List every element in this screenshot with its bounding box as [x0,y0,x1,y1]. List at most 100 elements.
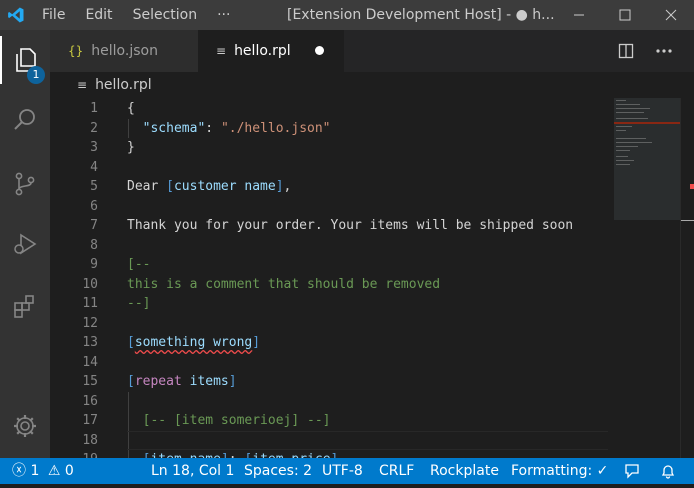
code-token: customer name [173,179,276,194]
code-token: something wrong [134,335,253,350]
code-line[interactable]: 14 [50,353,610,373]
search-button[interactable] [0,96,50,144]
code-token: [ [127,374,135,389]
code-line[interactable]: 7 Thank you for your order. Your items wi… [50,216,610,236]
close-window-button[interactable] [648,0,694,30]
encoding[interactable]: UTF-8 [322,458,363,484]
code-line[interactable]: 3} [50,138,610,158]
line-number: 6 [90,198,98,214]
line-number: 13 [82,335,98,350]
unsaved-dot-icon[interactable] [315,46,324,55]
warning-icon: ⚠ [47,463,61,479]
line-number: 12 [82,315,98,331]
line-text: [-- [127,255,150,275]
warning-count: 0 [64,463,74,479]
code-line[interactable]: 8 [50,236,610,256]
line-number: 4 [90,159,98,175]
feedback-button[interactable] [624,458,640,484]
line-text: this is a comment that should be removed [127,275,440,295]
end-of-line[interactable]: CRLF [379,458,414,484]
code-line[interactable]: 1{ [50,99,610,119]
menu-selection[interactable]: Selection [123,0,208,30]
menu-more[interactable]: ··· [207,0,240,30]
code-line[interactable]: 6 [50,197,610,217]
line-number: 16 [82,393,98,409]
code-line[interactable]: 13 [something wrong] [50,333,610,353]
code-line[interactable]: 5 Dear [customer name], [50,177,610,197]
tab-hello-rpl[interactable]: ≡ hello.rpl [198,30,344,72]
code-line[interactable]: 9 [-- [50,255,610,275]
problems-indicator[interactable]: ⓧ 1 ⚠ 0 [12,458,74,484]
notifications-button[interactable] [660,458,676,484]
line-number: 2 [90,120,98,136]
minimize-icon [574,14,584,16]
code-editor[interactable]: 1{2 "schema": "./hello.json" 3} 4 5 Dear [cu… [50,98,694,458]
code-token: , [283,179,292,194]
line-text: --] [127,294,150,314]
code-token: [ [127,335,135,350]
code-token: [-- [item somerioej] --] [142,413,331,428]
maximize-button[interactable] [602,0,648,30]
maximize-icon [619,9,631,21]
more-actions-button[interactable] [646,30,682,72]
code-line[interactable]: 16 [50,392,610,412]
code-line[interactable]: 4 [50,158,610,178]
code-token: [-- [127,257,151,272]
run-debug-icon [14,233,37,255]
line-text: [-- [item somerioej] --] [127,411,331,431]
code-line[interactable]: 18 [50,431,610,451]
code-token: this is a comment that should be removed [127,276,441,292]
code-token: "schema" [142,120,206,136]
breadcrumb-file[interactable]: hello.rpl [95,77,152,93]
line-text: [repeat items] [127,372,237,392]
split-editor-button[interactable] [608,30,644,72]
feedback-icon [625,464,639,479]
code-line[interactable]: 17 [-- [item somerioej] --] [50,411,610,431]
line-text: Dear [customer name], [127,177,291,197]
code-token: } [127,140,135,155]
line-number: 8 [90,237,98,253]
formatting-status[interactable]: Formatting: ✓ [511,458,608,484]
code-token: --] [127,296,151,311]
status-bar: ⓧ 1 ⚠ 0 Ln 18, Col 1 Spaces: 2 UTF-8 CRL… [0,458,694,484]
code-token: ] [252,335,261,350]
code-line[interactable]: 11 --] [50,294,610,314]
code-token: items [189,374,229,389]
code-line[interactable]: 19 [item name]: [item price] [50,450,610,458]
language-mode[interactable]: Rockplate [430,458,499,484]
code-line[interactable]: 2 "schema": "./hello.json" [50,119,610,139]
indentation[interactable]: Spaces: 2 [244,458,312,484]
tab-hello-json[interactable]: {} hello.json [50,30,198,72]
code-token: ] [275,179,284,194]
line-text: [item name]: [item price] [127,450,339,458]
line-number: 5 [90,179,98,194]
explorer-badge: 1 [27,66,45,84]
line-text: "schema": "./hello.json" [127,119,331,139]
code-line[interactable]: 10 this is a comment that should be remov… [50,275,610,295]
source-control-button[interactable] [0,160,50,208]
minimap[interactable] [614,98,680,458]
minimize-button[interactable] [556,0,602,30]
line-number: 19 [50,450,98,458]
settings-button[interactable] [0,402,50,450]
line-number: 9 [90,257,98,272]
gear-icon [14,415,36,437]
code-line[interactable]: 12 [50,314,610,334]
run-debug-button[interactable] [0,220,50,268]
code-token: repeat [134,374,182,389]
menu-edit[interactable]: Edit [75,0,122,30]
line-number: 7 [90,218,98,233]
code-token: Thank you for your order. Your items wil… [127,218,574,233]
vertical-scrollbar[interactable] [680,98,694,458]
extensions-button[interactable] [0,282,50,330]
code-token: Dear [127,179,167,194]
tab-label: hello.json [91,43,158,59]
cursor-position[interactable]: Ln 18, Col 1 [151,458,234,484]
explorer-button[interactable]: 1 [0,36,50,84]
menu-file[interactable]: File [32,0,75,30]
code-token: : [205,120,221,136]
code-line[interactable]: 15 [repeat items] [50,372,610,392]
code-token: "./hello.json" [220,120,331,136]
code-token: { [127,101,135,116]
